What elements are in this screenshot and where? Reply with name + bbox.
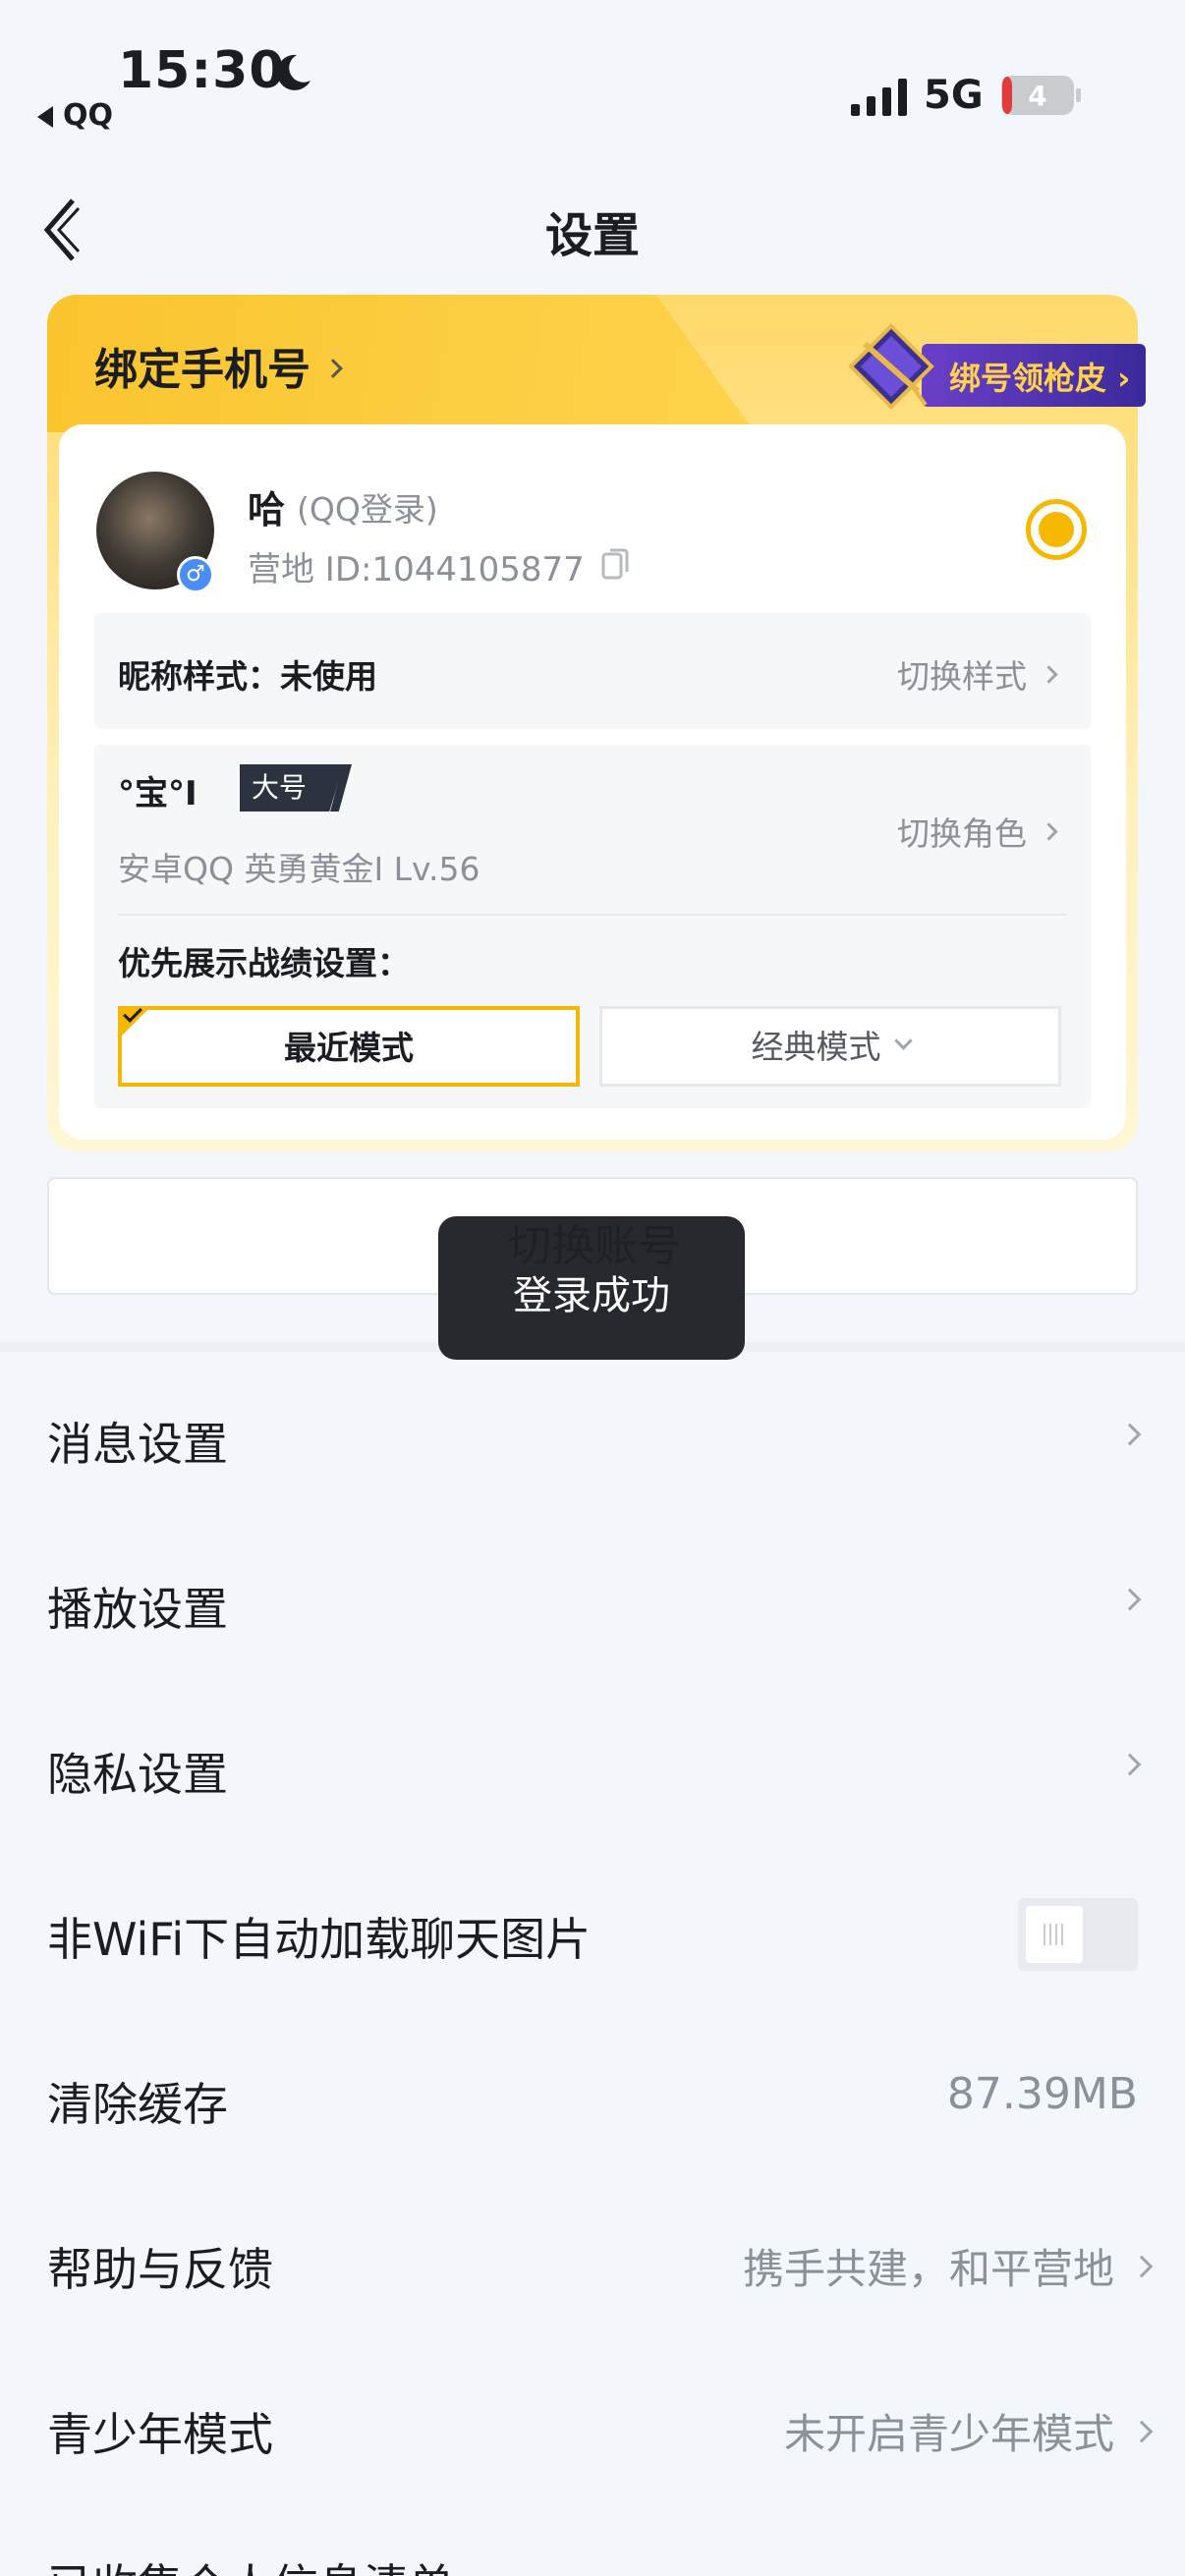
switch-style-label: 切换样式 xyxy=(897,657,1027,696)
account-selected-radio[interactable] xyxy=(1026,499,1087,560)
setting-personal-info-list[interactable]: 已收集个人信息清单 xyxy=(47,2550,454,2576)
teen-value: 未开启青少年模式 xyxy=(783,2410,1114,2458)
bind-phone-link[interactable]: 绑定手机号 xyxy=(94,334,343,397)
page-title: 设置 xyxy=(544,208,640,263)
bind-phone-label: 绑定手机号 xyxy=(94,345,310,395)
profile-card: 绑定手机号 绑号领枪皮 › ♂ 哈 (QQ登录) 营地 ID:104410587… xyxy=(47,295,1146,1151)
chevron-right-icon xyxy=(1040,665,1058,684)
status-time: 15:30 xyxy=(118,41,286,100)
status-bar: 15:30 QQ 5G 4 xyxy=(0,0,1185,138)
role-info: 安卓QQ 英勇黄金I Lv.56 xyxy=(118,850,480,888)
bind-reward-promo[interactable]: 绑号领枪皮 › xyxy=(818,314,1167,410)
setting-label: 青少年模式 xyxy=(47,2408,273,2461)
toast-notification: 登录成功 xyxy=(438,1216,745,1360)
switch-style-button[interactable]: 切换样式 xyxy=(897,650,1058,698)
setting-clear-cache[interactable]: 清除缓存 87.39MB xyxy=(0,2012,1185,2177)
network-type: 5G xyxy=(924,73,984,118)
back-app-label: QQ xyxy=(63,98,114,133)
role-section: °宝°I 大号 安卓QQ 英勇黄金I Lv.56 切换角色 优先展示战绩设置： … xyxy=(94,745,1091,1108)
setting-label: 清除缓存 xyxy=(47,2078,228,2131)
moon-icon xyxy=(276,54,310,90)
copy-icon[interactable] xyxy=(601,546,631,580)
back-triangle-icon xyxy=(37,105,53,128)
setting-label: 非WiFi下自动加载聊天图片 xyxy=(47,1913,592,1966)
chevron-right-icon xyxy=(1130,2420,1154,2442)
classic-mode-dropdown[interactable]: 经典模式 xyxy=(599,1006,1061,1087)
setting-label: 隐私设置 xyxy=(47,1748,228,1801)
setting-label: 播放设置 xyxy=(47,1583,228,1636)
male-gender-icon: ♂ xyxy=(177,556,214,593)
setting-label: 消息设置 xyxy=(47,1418,228,1471)
toast-text: 登录成功 xyxy=(513,1273,670,1318)
account-panel: ♂ 哈 (QQ登录) 营地 ID:1044105877 昵称样式：未使用 切换样… xyxy=(59,424,1126,1140)
setting-privacy[interactable]: 隐私设置 xyxy=(0,1682,1185,1847)
auto-load-toggle[interactable] xyxy=(1018,1898,1138,1971)
battery-level: 4 xyxy=(1028,80,1046,112)
recent-mode-label: 最近模式 xyxy=(284,1029,414,1067)
chevron-right-icon xyxy=(1118,1588,1142,1611)
switch-role-label: 切换角色 xyxy=(897,814,1027,853)
setting-help-feedback[interactable]: 帮助与反馈 携手共建，和平营地 xyxy=(0,2177,1185,2342)
help-value: 携手共建，和平营地 xyxy=(742,2245,1114,2293)
main-account-tag: 大号 xyxy=(240,764,344,812)
chevron-right-icon xyxy=(1118,1423,1142,1446)
setting-value: 携手共建，和平营地 xyxy=(742,2236,1154,2296)
cache-size: 87.39MB xyxy=(946,2069,1138,2119)
divider xyxy=(118,914,1067,916)
chevron-right-icon xyxy=(1118,1753,1142,1776)
chevron-right-icon xyxy=(323,359,343,378)
setting-teen-mode[interactable]: 青少年模式 未开启青少年模式 xyxy=(0,2342,1185,2507)
chevron-right-icon xyxy=(1040,822,1058,841)
recent-mode-button[interactable]: 最近模式 xyxy=(118,1003,580,1087)
battery-icon: 4 xyxy=(1001,76,1081,115)
setting-value: 未开启青少年模式 xyxy=(783,2401,1154,2461)
setting-playback[interactable]: 播放设置 xyxy=(0,1517,1185,1682)
login-type: (QQ登录) xyxy=(297,490,438,529)
nickname-style-row[interactable]: 昵称样式：未使用 切换样式 xyxy=(94,613,1091,729)
camp-id: 营地 ID:1044105877 xyxy=(248,550,585,589)
back-to-app-link[interactable]: QQ xyxy=(37,98,113,133)
promo-label: 绑号领枪皮 › xyxy=(949,360,1131,397)
setting-auto-load-images: 非WiFi下自动加载聊天图片 xyxy=(0,1847,1185,2012)
cellular-signal-icon xyxy=(851,79,907,116)
switch-role-button[interactable]: 切换角色 xyxy=(897,808,1058,855)
gun-skin-icon xyxy=(848,323,934,410)
chevron-down-icon xyxy=(893,1032,913,1050)
classic-mode-label: 经典模式 xyxy=(751,1028,881,1066)
chevron-right-icon xyxy=(1130,2255,1154,2277)
toggle-knob xyxy=(1026,1906,1083,1963)
nickname-style-label: 昵称样式：未使用 xyxy=(118,657,377,696)
user-name: 哈 xyxy=(248,488,286,532)
setting-message[interactable]: 消息设置 xyxy=(0,1352,1185,1517)
setting-label: 帮助与反馈 xyxy=(47,2243,273,2296)
role-name: °宝°I xyxy=(118,774,198,813)
priority-display-label: 优先展示战绩设置： xyxy=(118,944,410,982)
